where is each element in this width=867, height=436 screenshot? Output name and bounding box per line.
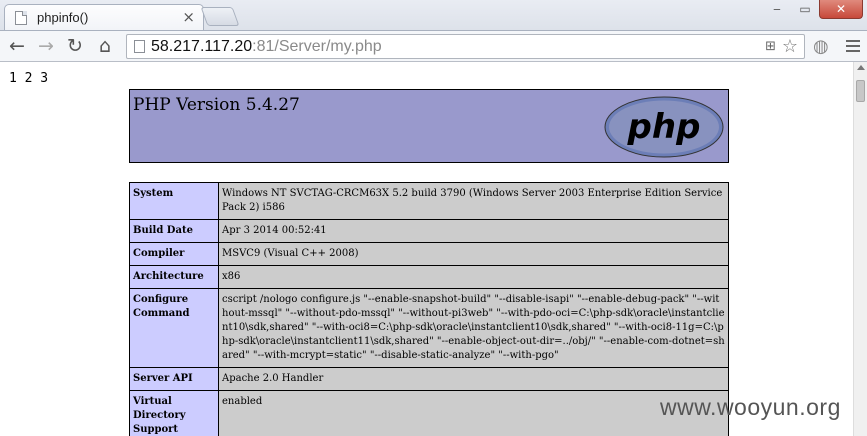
table-row: System Windows NT SVCTAG-CRCM63X 5.2 buil…	[129, 182, 729, 220]
row-value: Apache 2.0 Handler	[218, 367, 729, 391]
table-row: Server API Apache 2.0 Handler	[129, 367, 729, 391]
close-window-button[interactable]: ✕	[819, 0, 863, 19]
minimize-button[interactable]: ‒	[763, 0, 791, 19]
row-value: Windows NT SVCTAG-CRCM63X 5.2 build 3790…	[218, 182, 729, 220]
row-label: System	[129, 182, 219, 220]
bookmark-star-icon[interactable]: ☆	[782, 36, 798, 57]
table-row: Configure Command cscript /nologo configu…	[129, 288, 729, 368]
row-label: Compiler	[129, 242, 219, 266]
new-tab-button[interactable]	[200, 7, 240, 26]
row-value: x86	[218, 265, 729, 289]
page-prefix-text: 1 2 3	[9, 71, 49, 86]
scroll-up-arrow-icon[interactable]	[857, 65, 865, 70]
forward-arrow-icon[interactable]: →	[34, 34, 58, 58]
tab-title: phpinfo()	[37, 10, 89, 25]
row-label: Build Date	[129, 219, 219, 243]
php-logo: php	[604, 96, 724, 158]
system-info-table: System Windows NT SVCTAG-CRCM63X 5.2 buil…	[129, 182, 729, 436]
phpinfo-header: PHP Version 5.4.27 php	[129, 89, 729, 163]
table-row: Architecture x86	[129, 265, 729, 289]
row-value: MSVC9 (Visual C++ 2008)	[218, 242, 729, 266]
php-version-title: PHP Version 5.4.27	[133, 95, 300, 115]
back-arrow-icon[interactable]: ←	[5, 34, 29, 58]
row-label: Architecture	[129, 265, 219, 289]
row-label: Server API	[129, 367, 219, 391]
row-value: enabled	[218, 390, 729, 436]
window-controls: ‒ ▭ ✕	[763, 0, 863, 20]
url-text[interactable]: 58.217.117.20:81/Server/my.php	[151, 38, 382, 56]
row-label: Virtual Directory Support	[129, 390, 219, 436]
browser-tab[interactable]: phpinfo() ×	[4, 4, 204, 30]
extension-globe-icon[interactable]: ◍	[813, 36, 829, 57]
home-icon[interactable]: ⌂	[93, 34, 117, 58]
close-tab-icon[interactable]: ×	[182, 8, 195, 26]
address-bar[interactable]: 58.217.117.20:81/Server/my.php ⊞ ☆	[126, 34, 805, 59]
row-value: cscript /nologo configure.js "--enable-s…	[218, 288, 729, 368]
row-label: Configure Command	[129, 288, 219, 368]
menu-icon[interactable]	[846, 37, 860, 55]
browser-toolbar: ← → ↻ ⌂ 58.217.117.20:81/Server/my.php ⊞…	[0, 30, 867, 62]
maximize-button[interactable]: ▭	[791, 0, 819, 19]
php-logo-text: php	[627, 107, 701, 147]
reload-icon[interactable]: ↻	[63, 34, 87, 58]
page-icon	[15, 11, 27, 25]
page-icon	[134, 40, 145, 53]
table-row: Build Date Apr 3 2014 00:52:41	[129, 219, 729, 243]
translate-icon[interactable]: ⊞	[765, 39, 776, 54]
watermark-text: www.wooyun.org	[660, 394, 841, 420]
vertical-scrollbar[interactable]	[853, 62, 867, 436]
table-row: Compiler MSVC9 (Visual C++ 2008)	[129, 242, 729, 266]
row-value: Apr 3 2014 00:52:41	[218, 219, 729, 243]
scrollbar-thumb[interactable]	[856, 80, 865, 102]
table-row: Virtual Directory Support enabled	[129, 390, 729, 436]
tab-strip: phpinfo() × ‒ ▭ ✕	[0, 0, 867, 30]
page-viewport: 1 2 3 PHP Version 5.4.27 php System Windo…	[0, 62, 853, 436]
